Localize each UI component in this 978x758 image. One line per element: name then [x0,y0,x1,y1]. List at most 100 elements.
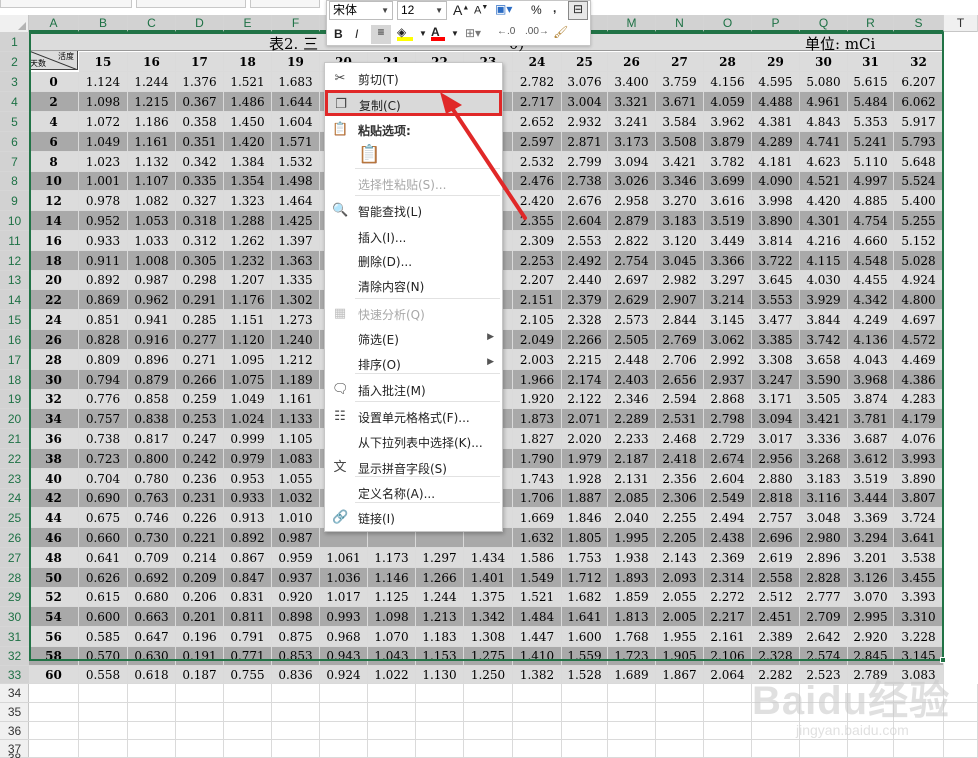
table-cell[interactable]: 2.005 [656,607,704,627]
header-cell[interactable]: 30 [800,52,848,72]
table-cell[interactable]: 1.275 [464,647,513,666]
table-cell[interactable]: 1.484 [513,607,562,627]
empty-cell[interactable] [848,703,894,722]
table-cell[interactable]: 2.597 [513,132,562,152]
table-cell[interactable]: 2.379 [562,290,608,310]
header-cell[interactable]: 15 [79,52,128,72]
table-cell[interactable]: 2.995 [848,607,894,627]
table-cell[interactable]: 2.289 [608,409,656,429]
table-cell[interactable]: 0.570 [79,647,128,666]
table-cell[interactable]: 2.738 [562,172,608,191]
table-cell[interactable]: 5.484 [848,92,894,112]
empty-cell[interactable] [944,684,978,703]
table-cell[interactable]: 3.590 [800,370,848,390]
table-cell[interactable]: 0.242 [176,449,224,469]
table-cell[interactable]: 1.022 [368,666,416,684]
row-header-19[interactable]: 19 [0,390,29,409]
table-cell[interactable]: 3.724 [894,508,944,528]
empty-cell[interactable] [224,722,272,740]
table-cell[interactable]: 5.110 [848,152,894,172]
cell-grid[interactable]: 表2. 三 0) 单位: mCi 活度 天数 15161718192021222… [29,32,978,758]
table-cell[interactable]: 2.020 [562,429,608,449]
table-cell[interactable]: 1.288 [224,211,272,231]
table-cell[interactable]: 2.619 [752,548,800,568]
table-cell[interactable]: 1.207 [224,271,272,290]
table-cell[interactable]: 0.660 [79,528,128,548]
table-cell[interactable]: 3.171 [752,390,800,409]
table-cell[interactable]: 2.896 [800,548,848,568]
table-cell[interactable]: 2.594 [656,390,704,409]
table-cell[interactable]: 4.800 [894,290,944,310]
empty-cell[interactable] [29,684,79,703]
empty-cell[interactable] [848,684,894,703]
empty-cell[interactable] [320,684,368,703]
empty-cell[interactable] [79,722,128,740]
table-cell[interactable]: 1.124 [79,72,128,92]
table-cell[interactable]: 3.385 [752,330,800,350]
day-cell[interactable]: 16 [29,231,79,251]
table-cell[interactable]: 5.028 [894,251,944,271]
row-header-29[interactable]: 29 [0,588,29,607]
table-cell[interactable]: 2.512 [752,588,800,607]
table-cell[interactable]: 2.217 [704,607,752,627]
day-cell[interactable]: 46 [29,528,79,548]
row-header-36[interactable]: 36 [0,722,29,740]
table-cell[interactable]: 2.696 [752,528,800,548]
empty-cell[interactable] [800,684,848,703]
table-cell[interactable]: 2.205 [656,528,704,548]
table-cell[interactable]: 3.505 [800,390,848,409]
table-cell[interactable]: 3.449 [704,231,752,251]
table-cell[interactable]: 1.712 [562,568,608,588]
table-cell[interactable]: 2.574 [800,647,848,666]
table-cell[interactable]: 4.136 [848,330,894,350]
table-cell[interactable]: 1.905 [656,647,704,666]
table-cell[interactable]: 2.868 [704,390,752,409]
table-cell[interactable]: 0.266 [176,370,224,390]
table-cell[interactable]: 0.811 [224,607,272,627]
empty-cell[interactable] [944,703,978,722]
table-cell[interactable]: 1.682 [562,588,608,607]
header-cell[interactable]: 26 [608,52,656,72]
empty-cell[interactable] [272,684,320,703]
header-cell[interactable]: 24 [513,52,562,72]
table-cell[interactable]: 1.302 [272,290,320,310]
table-cell[interactable]: 1.176 [224,290,272,310]
table-cell[interactable]: 4.455 [848,271,894,290]
table-cell[interactable]: 4.249 [848,310,894,330]
table-cell[interactable]: 0.221 [176,528,224,548]
table-cell[interactable]: 2.871 [562,132,608,152]
empty-cell[interactable] [368,684,416,703]
table-cell[interactable]: 3.083 [894,666,944,684]
row-header-35[interactable]: 35 [0,703,29,722]
table-cell[interactable]: 3.336 [800,429,848,449]
empty-cell[interactable] [894,722,944,740]
day-cell[interactable]: 8 [29,152,79,172]
fill-color-button[interactable]: ◈ [397,25,413,41]
table-cell[interactable]: 0.828 [79,330,128,350]
table-cell[interactable]: 2.233 [608,429,656,449]
table-cell[interactable]: 1.790 [513,449,562,469]
accounting-format-icon[interactable]: ▣▾ [495,2,512,16]
row-header-1[interactable]: 1 [0,32,29,52]
row-header-23[interactable]: 23 [0,469,29,489]
table-cell[interactable]: 0.791 [224,627,272,647]
table-cell[interactable]: 1.434 [464,548,513,568]
row-header-34[interactable]: 34 [0,684,29,703]
table-cell[interactable]: 2.553 [562,231,608,251]
day-cell[interactable]: 14 [29,211,79,231]
table-cell[interactable]: 1.723 [608,647,656,666]
row-header-13[interactable]: 13 [0,271,29,290]
table-cell[interactable]: 2.389 [752,627,800,647]
header-cell[interactable]: 31 [848,52,894,72]
day-cell[interactable]: 60 [29,666,79,684]
day-cell[interactable]: 40 [29,469,79,489]
row-header-9[interactable]: 9 [0,191,29,211]
empty-cell[interactable] [752,684,800,703]
table-cell[interactable]: 1.813 [608,607,656,627]
table-cell[interactable]: 1.070 [368,627,416,647]
table-cell[interactable]: 2.328 [562,310,608,330]
table-cell[interactable]: 1.382 [513,666,562,684]
table-cell[interactable]: 0.892 [224,528,272,548]
table-cell[interactable]: 0.738 [79,429,128,449]
row-header-11[interactable]: 11 [0,231,29,251]
